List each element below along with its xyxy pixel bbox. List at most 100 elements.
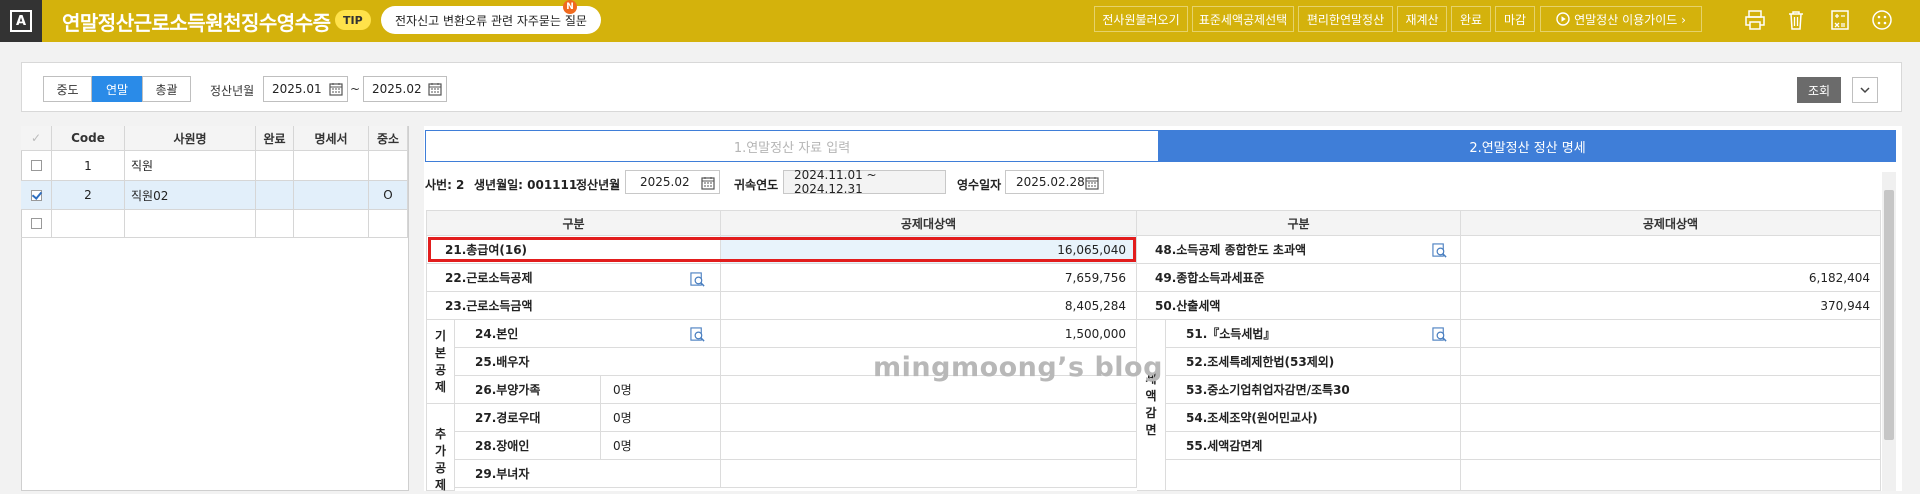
segment-total[interactable]: 총괄 (142, 76, 191, 102)
row-label-special-tax-act[interactable]: 52.조세특례제한법(53제외) (1166, 348, 1461, 376)
table-cell-done[interactable] (256, 151, 294, 181)
row-label-overall-limit-excess[interactable]: 48.소득공제 종합한도 초과액 (1137, 236, 1461, 264)
row-label-dependents[interactable]: 26.부양가족 (455, 376, 601, 404)
tab-settlement-detail[interactable]: 2.연말정산 정산 명세 (1159, 130, 1896, 162)
lookup-icon[interactable] (690, 272, 705, 287)
load-all-employees-button[interactable]: 전사원불러오기 (1094, 6, 1188, 32)
table-cell-name[interactable] (125, 210, 256, 238)
recalculate-button[interactable]: 재계산 (1397, 6, 1447, 32)
calendar-icon[interactable] (329, 82, 343, 96)
play-circle-icon (1556, 12, 1570, 26)
row-checkbox[interactable] (30, 160, 42, 171)
app-logo[interactable]: A (0, 0, 42, 42)
table-cell-sme[interactable] (369, 151, 408, 181)
lookup-icon[interactable] (1432, 327, 1447, 342)
grid-header-sme[interactable]: 중소 (369, 126, 408, 151)
row-label-tax-base[interactable]: 49.종합소득과세표준 (1137, 264, 1461, 292)
row-value-senior[interactable] (721, 404, 1137, 432)
segment-midyear[interactable]: 중도 (43, 76, 92, 102)
group-additional-deduction: 추가공제 (426, 404, 455, 492)
row-value-special-tax-act[interactable] (1461, 348, 1881, 376)
row-value-female-householder[interactable] (721, 460, 1137, 488)
close-period-button[interactable]: 마감 (1495, 6, 1535, 32)
row-value-income-tax-act[interactable] (1461, 320, 1881, 348)
guide-button[interactable]: 연말정산 이용가이드 › (1540, 6, 1702, 32)
tab-data-entry[interactable]: 1.연말정산 자료 입력 (425, 130, 1159, 162)
lookup-icon[interactable] (690, 327, 705, 342)
grid-header-statement[interactable]: 명세서 (294, 126, 369, 151)
grid-header-name[interactable]: 사원명 (125, 126, 256, 151)
grid-header-done[interactable]: 완료 (256, 126, 294, 151)
row-checkbox[interactable] (30, 218, 42, 229)
print-icon[interactable] (1743, 8, 1767, 32)
table-cell-sme[interactable] (369, 210, 408, 238)
complete-button[interactable]: 완료 (1451, 6, 1491, 32)
period-to-input[interactable]: 2025.02 (363, 76, 447, 102)
row-label-sme-employee-reduction[interactable]: 53.중소기업취업자감면/조특30 (1166, 376, 1461, 404)
table-cell-name[interactable]: 직원02 (125, 181, 256, 210)
lookup-icon[interactable] (1432, 243, 1447, 258)
table-cell-code[interactable]: 2 (52, 181, 125, 210)
calendar-icon[interactable] (1085, 176, 1099, 190)
row-label-earned-income-deduction[interactable]: 22.근로소득공제 (426, 264, 721, 292)
convenient-settlement-button[interactable]: 편리한연말정산 (1298, 6, 1393, 32)
selected-row-highlight (428, 237, 1136, 262)
row-label-calculated-tax[interactable]: 50.산출세액 (1137, 292, 1461, 320)
row-label-tax-treaty[interactable]: 54.조세조약(원어민교사) (1166, 404, 1461, 432)
table-cell-done[interactable] (256, 210, 294, 238)
row-label-disabled[interactable]: 28.장애인 (455, 432, 601, 460)
scrollbar-thumb[interactable] (1884, 190, 1894, 440)
period-from-input[interactable]: 2025.01 (263, 76, 348, 102)
row-sub-disabled[interactable]: 0명 (601, 432, 721, 460)
standard-tax-credit-button[interactable]: 표준세액공제선택 (1192, 6, 1294, 32)
table-cell-statement[interactable] (294, 210, 369, 238)
segment-yearend[interactable]: 연말 (92, 76, 142, 102)
row-value-tax-base[interactable]: 6,182,404 (1461, 264, 1881, 292)
table-cell-code[interactable]: 1 (52, 151, 125, 181)
row-label-senior[interactable]: 27.경로우대 (455, 404, 601, 432)
row-value-earned-income-deduction[interactable]: 7,659,756 (721, 264, 1137, 292)
row-value-tax-treaty[interactable] (1461, 404, 1881, 432)
row-label-income-tax-act[interactable]: 51.『소득세법』 (1166, 320, 1461, 348)
row-value-disabled[interactable] (721, 432, 1137, 460)
row-sub-senior[interactable]: 0명 (601, 404, 721, 432)
row-label-female-householder[interactable]: 29.부녀자 (455, 460, 721, 488)
row-value-self[interactable]: 1,500,000 (721, 320, 1137, 348)
row-label-spouse[interactable]: 25.배우자 (455, 348, 721, 376)
table-cell-name[interactable]: 직원 (125, 151, 256, 181)
row-value-reduction-total[interactable] (1461, 432, 1881, 460)
settle-month-input[interactable]: 2025.02 (625, 170, 720, 194)
table-cell-code[interactable] (52, 210, 125, 238)
calculator-icon[interactable] (1828, 8, 1852, 32)
row-label-reduction-total[interactable]: 55.세액감면계 (1166, 432, 1461, 460)
search-button[interactable]: 조회 (1797, 77, 1841, 103)
row-value-earned-income-amount[interactable]: 8,405,284 (721, 292, 1137, 320)
calendar-icon[interactable] (428, 82, 442, 96)
row-value-overall-limit-excess[interactable] (1461, 236, 1881, 264)
table-header-amount-left: 공제대상액 (721, 210, 1137, 236)
table-row-checkbox[interactable] (21, 151, 52, 181)
table-cell-statement[interactable] (294, 181, 369, 210)
table-row-checkbox[interactable] (21, 210, 52, 238)
tip-badge[interactable]: TIP (335, 10, 371, 30)
attribution-period-input: 2024.11.01 ~ 2024.12.31 (783, 168, 946, 196)
grid-header-code[interactable]: Code (52, 126, 125, 151)
apps-icon[interactable] (1870, 8, 1894, 32)
grid-header-check[interactable]: ✓ (21, 126, 52, 151)
expand-button[interactable] (1852, 77, 1878, 103)
row-checkbox-checked[interactable] (30, 189, 42, 201)
calendar-icon[interactable] (701, 176, 715, 190)
row-sub-dependents[interactable]: 0명 (601, 376, 721, 404)
trash-icon[interactable] (1784, 8, 1808, 32)
row-value-calculated-tax[interactable]: 370,944 (1461, 292, 1881, 320)
table-cell-done[interactable] (256, 181, 294, 210)
page-title: 연말정산근로소득원천징수영수증 (62, 11, 331, 35)
row-label-earned-income-amount[interactable]: 23.근로소득금액 (426, 292, 721, 320)
table-cell-sme[interactable]: O (369, 181, 408, 210)
row-value-sme-employee-reduction[interactable] (1461, 376, 1881, 404)
guide-button-label: 연말정산 이용가이드 › (1574, 12, 1686, 27)
table-cell-statement[interactable] (294, 151, 369, 181)
receipt-date-input[interactable]: 2025.02.28 (1005, 170, 1104, 194)
row-label-self[interactable]: 24.본인 (455, 320, 721, 348)
table-row-checkbox[interactable] (21, 181, 52, 210)
